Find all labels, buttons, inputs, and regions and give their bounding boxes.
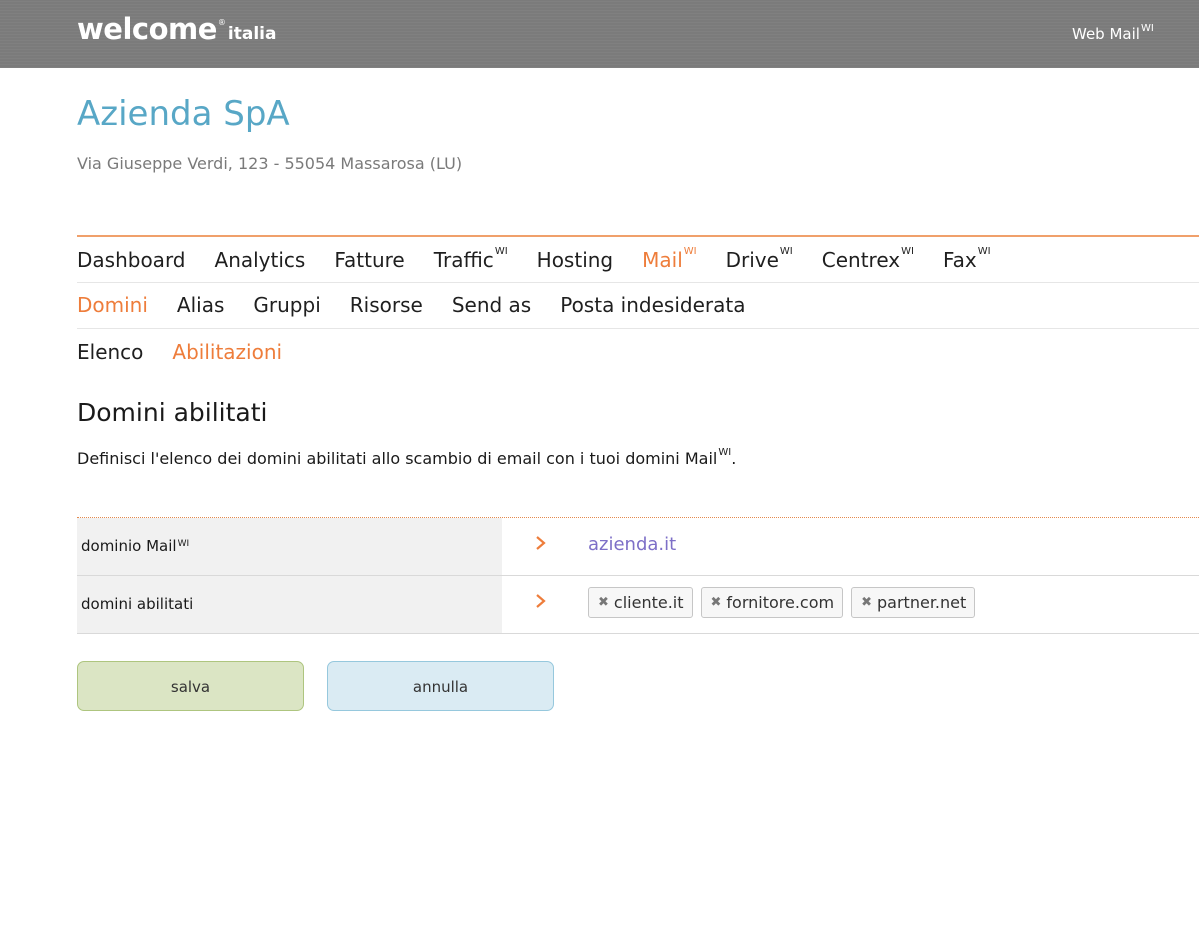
description-text: Definisci l'elenco dei domini abilitati …	[77, 449, 718, 468]
nav-centrex[interactable]: CentrexWI	[821, 245, 914, 272]
nav-sup: WI	[683, 245, 697, 257]
nav-label: Analytics	[214, 247, 306, 272]
domini-sub-nav: Elenco Abilitazioni	[77, 329, 1199, 375]
subnav-send-as[interactable]: Send as	[452, 293, 531, 317]
domain-tag: ✖ cliente.it	[588, 587, 693, 618]
subnav-posta-indesiderata[interactable]: Posta indesiderata	[560, 293, 745, 317]
mail-sub-nav: Domini Alias Gruppi Risorse Send as Post…	[77, 282, 1199, 329]
remove-tag-icon[interactable]: ✖	[861, 595, 872, 610]
nav-sup: WI	[977, 245, 991, 257]
logo-registered-mark: ®	[217, 18, 226, 27]
form-row-domain: dominio MailWI azienda.it	[77, 518, 1199, 576]
logo-sub-text: italia	[227, 24, 277, 44]
nav-sup: WI	[779, 245, 793, 257]
enabled-domains-tags: ✖ cliente.it ✖ fornitore.com ✖ partner.net	[588, 587, 983, 618]
nav-traffic[interactable]: TrafficWI	[433, 245, 508, 272]
logo-main-text: welcome	[77, 12, 217, 46]
domain-label: dominio MailWI	[77, 518, 502, 575]
enabled-domains-label: domini abilitati	[77, 576, 502, 633]
nav-label: Traffic	[433, 247, 494, 272]
domain-value-link[interactable]: azienda.it	[588, 534, 676, 555]
remove-tag-icon[interactable]: ✖	[598, 595, 609, 610]
nav-hosting[interactable]: Hosting	[537, 248, 613, 272]
remove-tag-icon[interactable]: ✖	[711, 595, 722, 610]
nav-mail[interactable]: MailWI	[642, 245, 697, 272]
nav-fax[interactable]: FaxWI	[942, 245, 991, 272]
tag-label: fornitore.com	[726, 593, 835, 612]
domain-label-text: dominio Mail	[81, 537, 177, 555]
nav-analytics[interactable]: Analytics	[215, 248, 306, 272]
main-nav: Dashboard Analytics Fatture TrafficWI Ho…	[77, 235, 1199, 283]
subnav-elenco[interactable]: Elenco	[77, 340, 143, 364]
cancel-button[interactable]: annulla	[327, 661, 554, 711]
webmail-link[interactable]: Web MailWI	[1072, 23, 1154, 43]
domain-tag: ✖ fornitore.com	[700, 587, 844, 618]
nav-label: Centrex	[821, 247, 901, 272]
nav-label: Mail	[642, 247, 683, 272]
nav-label: Drive	[725, 247, 779, 272]
section-description: Definisci l'elenco dei domini abilitati …	[77, 447, 737, 468]
subnav-alias[interactable]: Alias	[177, 293, 224, 317]
subnav-abilitazioni[interactable]: Abilitazioni	[172, 340, 282, 364]
top-header-bar: welcome®italia Web MailWI	[0, 0, 1199, 68]
nav-fatture[interactable]: Fatture	[334, 248, 404, 272]
nav-drive[interactable]: DriveWI	[725, 245, 793, 272]
description-end: .	[731, 449, 737, 468]
nav-label: Fatture	[334, 247, 405, 272]
nav-sup: WI	[494, 245, 508, 257]
nav-label: Fax	[942, 247, 977, 272]
company-address: Via Giuseppe Verdi, 123 - 55054 Massaros…	[77, 154, 463, 173]
nav-label: Hosting	[536, 247, 614, 272]
subnav-risorse[interactable]: Risorse	[350, 293, 423, 317]
chevron-right-icon	[536, 594, 546, 608]
chevron-right-icon	[536, 536, 546, 550]
domain-label-sup: WI	[177, 539, 190, 549]
form-row-enabled-domains: domini abilitati ✖ cliente.it ✖ fornitore.…	[77, 576, 1199, 634]
company-name: Azienda SpA	[77, 94, 290, 134]
webmail-sup: WI	[1140, 23, 1154, 34]
description-sup: WI	[718, 447, 732, 458]
nav-sup: WI	[901, 245, 914, 257]
nav-label: Dashboard	[77, 247, 186, 272]
webmail-label: Web Mail	[1072, 25, 1140, 43]
save-button[interactable]: salva	[77, 661, 304, 711]
subnav-domini[interactable]: Domini	[77, 293, 148, 317]
tag-label: cliente.it	[613, 593, 684, 612]
subnav-gruppi[interactable]: Gruppi	[253, 293, 320, 317]
domain-tag: ✖ partner.net	[851, 587, 976, 618]
section-title: Domini abilitati	[77, 398, 268, 427]
domains-form: dominio MailWI azienda.it domini abilita…	[77, 517, 1199, 634]
tag-label: partner.net	[877, 593, 967, 612]
welcome-italia-logo[interactable]: welcome®italia	[77, 12, 276, 46]
nav-dashboard[interactable]: Dashboard	[77, 248, 186, 272]
